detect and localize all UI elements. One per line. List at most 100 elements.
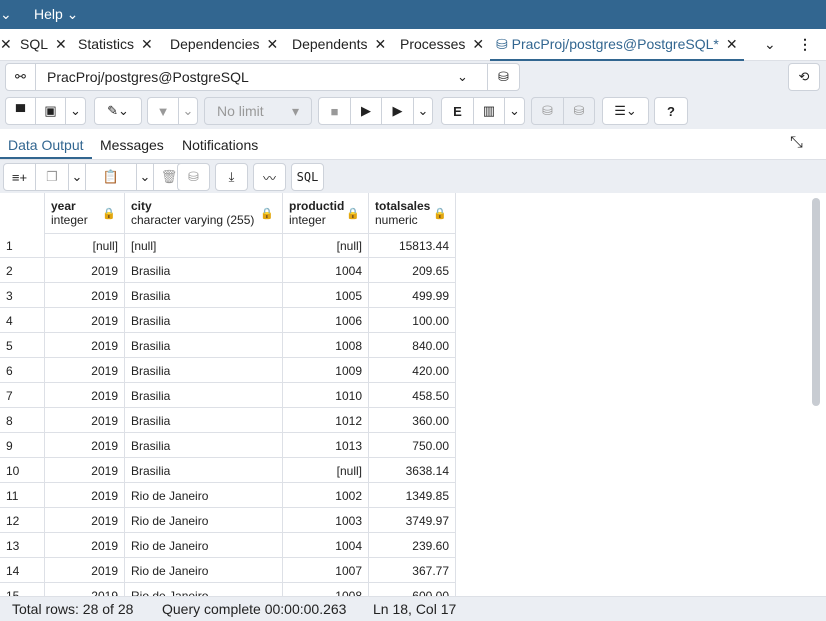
- totalsales-cell[interactable]: 750.00: [369, 433, 456, 458]
- tab-messages[interactable]: Messages: [100, 137, 164, 153]
- save-data-icon[interactable]: ⛁: [177, 163, 210, 191]
- menu-help[interactable]: Help ⌄: [34, 6, 78, 23]
- year-cell[interactable]: 2019: [45, 333, 125, 358]
- year-cell[interactable]: 2019: [45, 283, 125, 308]
- copy-dropdown-button[interactable]: ⌄: [68, 163, 86, 191]
- paste-button[interactable]: 📋: [85, 163, 137, 191]
- paste-dropdown-button[interactable]: ⌄: [136, 163, 154, 191]
- table-row[interactable]: 2 2019 Brasilia 1004 209.65: [0, 258, 456, 283]
- productid-cell[interactable]: 1002: [283, 483, 369, 508]
- city-cell[interactable]: Rio de Janeiro: [125, 508, 283, 533]
- table-row[interactable]: 8 2019 Brasilia 1012 360.00: [0, 408, 456, 433]
- table-row[interactable]: 3 2019 Brasilia 1005 499.99: [0, 283, 456, 308]
- city-cell[interactable]: Brasilia: [125, 408, 283, 433]
- totalsales-cell[interactable]: 367.77: [369, 558, 456, 583]
- table-row[interactable]: 9 2019 Brasilia 1013 750.00: [0, 433, 456, 458]
- table-row[interactable]: 6 2019 Brasilia 1009 420.00: [0, 358, 456, 383]
- close-icon[interactable]: ✕: [55, 36, 67, 52]
- table-row[interactable]: 4 2019 Brasilia 1006 100.00: [0, 308, 456, 333]
- year-cell[interactable]: 2019: [45, 258, 125, 283]
- explain-dropdown-button[interactable]: ⌄: [504, 97, 525, 125]
- close-icon[interactable]: ✕: [472, 36, 484, 52]
- new-connection-icon[interactable]: ⛁: [487, 64, 519, 90]
- add-row-button[interactable]: ≡+: [3, 163, 36, 191]
- city-cell[interactable]: Brasilia: [125, 258, 283, 283]
- productid-cell[interactable]: 1007: [283, 558, 369, 583]
- close-icon[interactable]: ✕: [267, 36, 279, 52]
- filter-icon[interactable]: ▼: [147, 97, 179, 125]
- table-row[interactable]: 12 2019 Rio de Janeiro 1003 3749.97: [0, 508, 456, 533]
- year-cell[interactable]: 2019: [45, 383, 125, 408]
- totalsales-cell[interactable]: 209.65: [369, 258, 456, 283]
- productid-cell[interactable]: 1003: [283, 508, 369, 533]
- close-icon[interactable]: ✕: [141, 36, 153, 52]
- productid-cell[interactable]: 1008: [283, 333, 369, 358]
- chevron-down-icon[interactable]: ⌄: [0, 6, 12, 23]
- year-cell[interactable]: 2019: [45, 358, 125, 383]
- execute-dropdown-button[interactable]: ⌄: [413, 97, 433, 125]
- sql-button[interactable]: SQL: [291, 163, 324, 191]
- city-cell[interactable]: Brasilia: [125, 358, 283, 383]
- filter-dropdown-button[interactable]: ⌄: [178, 97, 198, 125]
- year-cell[interactable]: 2019: [45, 483, 125, 508]
- totalsales-cell[interactable]: 3638.14: [369, 458, 456, 483]
- year-cell[interactable]: 2019: [45, 433, 125, 458]
- close-icon[interactable]: ✕: [726, 36, 738, 52]
- tabs-dropdown-icon[interactable]: ⌄: [764, 36, 776, 53]
- save-file-button[interactable]: ▣: [35, 97, 66, 125]
- totalsales-cell[interactable]: 499.99: [369, 283, 456, 308]
- open-file-button[interactable]: ▀: [5, 97, 36, 125]
- more-icon[interactable]: ⋮: [798, 36, 812, 53]
- productid-cell[interactable]: 1009: [283, 358, 369, 383]
- year-cell[interactable]: 2019: [45, 308, 125, 333]
- connection-select[interactable]: ⚯ PracProj/postgres@PostgreSQL ⌄ ⛁: [5, 63, 520, 91]
- column-header-productid[interactable]: productid integer 🔒: [283, 193, 369, 234]
- productid-cell[interactable]: 1013: [283, 433, 369, 458]
- tab-data-output[interactable]: Data Output: [8, 137, 84, 153]
- tab-dependencies[interactable]: Dependencies ✕: [170, 36, 278, 53]
- tab-notifications[interactable]: Notifications: [182, 137, 258, 153]
- table-row[interactable]: 1 [null] [null] [null] 15813.44: [0, 233, 456, 258]
- city-cell[interactable]: Brasilia: [125, 283, 283, 308]
- save-dropdown-button[interactable]: ⌄: [65, 97, 86, 125]
- close-icon[interactable]: ✕: [375, 36, 387, 52]
- productid-cell[interactable]: 1004: [283, 258, 369, 283]
- table-row[interactable]: 13 2019 Rio de Janeiro 1004 239.60: [0, 533, 456, 558]
- execute-options-button[interactable]: ▶: [381, 97, 414, 125]
- tab-dependents[interactable]: Dependents ✕: [292, 36, 386, 53]
- execute-button[interactable]: ▶: [350, 97, 382, 125]
- totalsales-cell[interactable]: 3749.97: [369, 508, 456, 533]
- graph-visualiser-icon[interactable]: 〰: [253, 163, 286, 191]
- year-cell[interactable]: 2019: [45, 558, 125, 583]
- productid-cell[interactable]: [null]: [283, 233, 369, 258]
- edit-button[interactable]: ✎⌄: [94, 97, 142, 125]
- year-cell[interactable]: 2019: [45, 408, 125, 433]
- reset-layout-button[interactable]: ⟲: [788, 63, 820, 91]
- productid-cell[interactable]: 1004: [283, 533, 369, 558]
- year-cell[interactable]: [null]: [45, 233, 125, 258]
- city-cell[interactable]: Brasilia: [125, 433, 283, 458]
- tab-processes[interactable]: Processes ✕: [400, 36, 484, 53]
- tab-sql[interactable]: SQL ✕: [20, 36, 67, 53]
- totalsales-cell[interactable]: 420.00: [369, 358, 456, 383]
- collapse-icon[interactable]: ⤡: [790, 134, 803, 152]
- year-cell[interactable]: 2019: [45, 533, 125, 558]
- city-cell[interactable]: Rio de Janeiro: [125, 558, 283, 583]
- city-cell[interactable]: Rio de Janeiro: [125, 533, 283, 558]
- city-cell[interactable]: Brasilia: [125, 333, 283, 358]
- city-cell[interactable]: [null]: [125, 233, 283, 258]
- explain-analyze-button[interactable]: ▥: [473, 97, 505, 125]
- commit-icon[interactable]: ⛁: [531, 97, 564, 125]
- download-icon[interactable]: ⤓: [215, 163, 248, 191]
- totalsales-cell[interactable]: 840.00: [369, 333, 456, 358]
- city-cell[interactable]: Brasilia: [125, 458, 283, 483]
- totalsales-cell[interactable]: 100.00: [369, 308, 456, 333]
- rollback-icon[interactable]: ⛁: [563, 97, 595, 125]
- column-header-totalsales[interactable]: totalsales numeric 🔒: [369, 193, 456, 234]
- help-icon[interactable]: ?: [654, 97, 688, 125]
- productid-cell[interactable]: 1010: [283, 383, 369, 408]
- table-row[interactable]: 7 2019 Brasilia 1010 458.50: [0, 383, 456, 408]
- table-row[interactable]: 14 2019 Rio de Janeiro 1007 367.77: [0, 558, 456, 583]
- productid-cell[interactable]: 1005: [283, 283, 369, 308]
- limit-select[interactable]: No limit ▾: [204, 97, 312, 125]
